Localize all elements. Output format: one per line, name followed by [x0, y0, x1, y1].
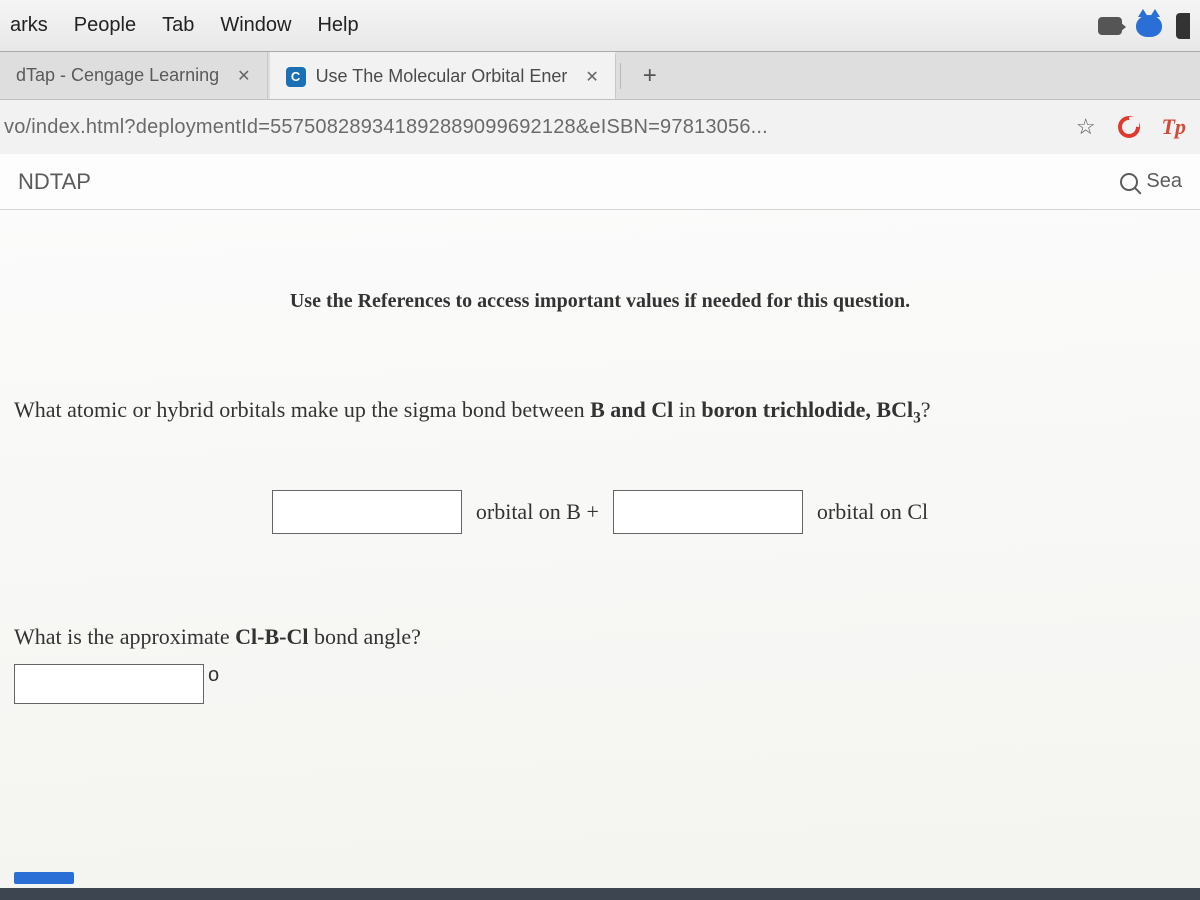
- tab-cengage[interactable]: dTap - Cengage Learning ✕: [0, 52, 268, 99]
- tab-title: Use The Molecular Orbital Ener: [316, 66, 568, 87]
- extension-tp-icon[interactable]: Tp: [1162, 114, 1186, 140]
- address-bar: vo/index.html?deploymentId=5575082893418…: [0, 100, 1200, 154]
- question-2-text: What is the approximate Cl-B-Cl bond ang…: [14, 624, 1186, 650]
- bond-angle-input[interactable]: [14, 664, 204, 704]
- app-header: NDTAP Sea: [0, 154, 1200, 210]
- progress-indicator: [14, 872, 74, 884]
- orbital-on-b-label: orbital on B +: [476, 499, 599, 525]
- tab-divider: [620, 63, 621, 89]
- favicon-icon: C: [286, 67, 306, 87]
- question-1-text: What atomic or hybrid orbitals make up t…: [14, 393, 1186, 430]
- menu-item-bookmarks[interactable]: arks: [10, 14, 48, 37]
- mail-icon[interactable]: [1136, 15, 1162, 37]
- menu-item-people[interactable]: People: [74, 14, 136, 37]
- status-icon: [1176, 13, 1190, 39]
- new-tab-button[interactable]: +: [625, 62, 675, 90]
- references-note: Use the References to access important v…: [14, 290, 1186, 313]
- menu-item-window[interactable]: Window: [220, 14, 291, 37]
- tab-bar: dTap - Cengage Learning ✕ C Use The Mole…: [0, 52, 1200, 100]
- url-text[interactable]: vo/index.html?deploymentId=5575082893418…: [0, 116, 1076, 139]
- menu-item-help[interactable]: Help: [317, 14, 358, 37]
- tab-title: dTap - Cengage Learning: [16, 65, 219, 86]
- question-content: Use the References to access important v…: [0, 210, 1200, 888]
- close-icon[interactable]: ✕: [585, 67, 598, 87]
- search-button[interactable]: Sea: [1120, 170, 1182, 193]
- browser-chrome: dTap - Cengage Learning ✕ C Use The Mole…: [0, 52, 1200, 888]
- app-title: NDTAP: [18, 169, 91, 195]
- answer-row-1: orbital on B + orbital on Cl: [14, 490, 1186, 534]
- degree-symbol: o: [208, 664, 219, 687]
- menu-item-tab[interactable]: Tab: [162, 14, 194, 37]
- bookmark-star-icon[interactable]: ☆: [1076, 114, 1096, 140]
- orbital-on-cl-label: orbital on Cl: [817, 499, 928, 525]
- orbital-on-cl-input[interactable]: [613, 490, 803, 534]
- system-menubar: arks People Tab Window Help: [0, 0, 1200, 52]
- search-icon: [1120, 173, 1138, 191]
- extension-icon[interactable]: [1118, 116, 1140, 138]
- orbital-on-b-input[interactable]: [272, 490, 462, 534]
- camera-icon[interactable]: [1098, 17, 1122, 35]
- search-label: Sea: [1146, 170, 1182, 193]
- answer-row-2: o: [14, 664, 1186, 704]
- close-icon[interactable]: ✕: [237, 66, 250, 86]
- tab-molecular-orbital[interactable]: C Use The Molecular Orbital Ener ✕: [270, 52, 616, 99]
